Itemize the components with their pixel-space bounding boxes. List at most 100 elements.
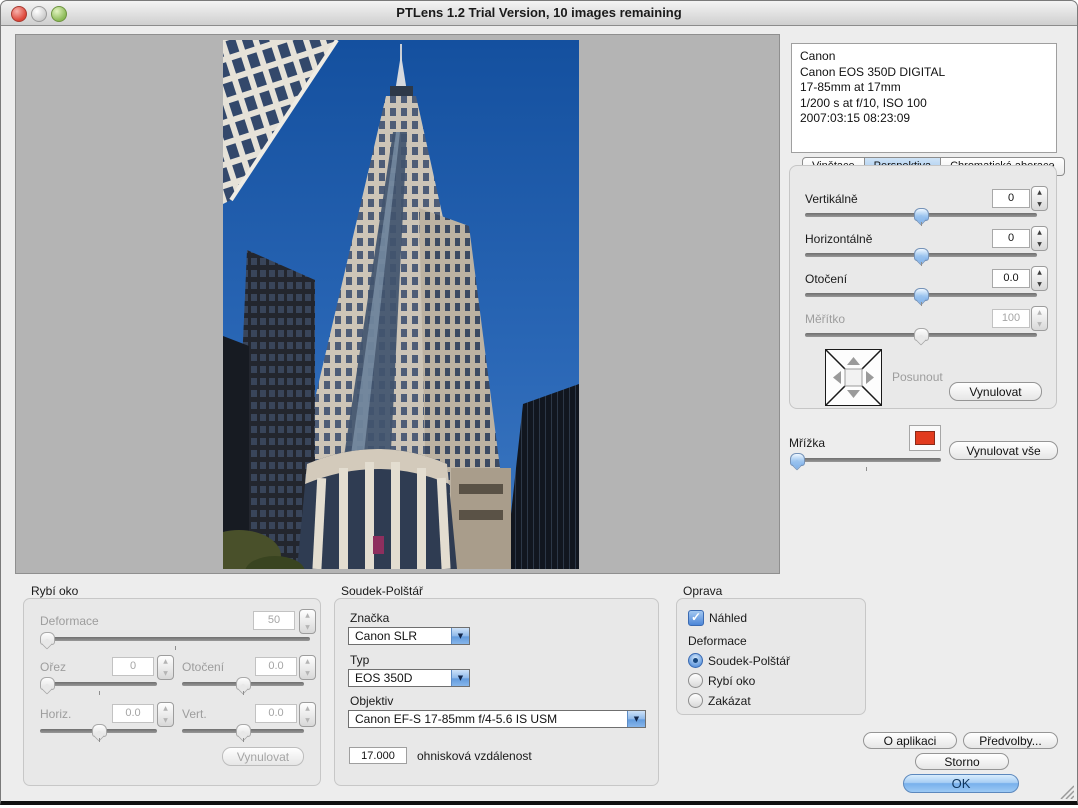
- horizontal-label: Horizontálně: [805, 232, 872, 246]
- horizontal-value-field[interactable]: 0: [992, 229, 1030, 248]
- slider-track: [790, 458, 941, 462]
- radio-disable[interactable]: [688, 693, 703, 708]
- slider-thumb[interactable]: [790, 453, 805, 466]
- radio-barrel[interactable]: [688, 653, 703, 668]
- fisheye-rotation-value-field: 0.0: [255, 657, 297, 676]
- horiz-value-field: 0.0: [112, 704, 154, 723]
- slider-center-tick: [243, 691, 244, 695]
- lens-label: Objektiv: [350, 694, 393, 708]
- preview-checkbox-label: Náhled: [709, 611, 747, 625]
- resize-grip-icon[interactable]: [1057, 782, 1074, 799]
- rotation-slider[interactable]: [805, 288, 1037, 306]
- slider-center-tick: [243, 738, 244, 742]
- brand-dropdown[interactable]: Canon SLR ▼: [348, 627, 470, 645]
- stepper-up-icon[interactable]: ▲: [1032, 187, 1047, 199]
- stepper-up-icon: ▲: [300, 610, 315, 622]
- grid-color-swatch: [915, 431, 935, 445]
- stepper-up-icon[interactable]: ▲: [1032, 267, 1047, 279]
- vert-value-field: 0.0: [255, 704, 297, 723]
- slider-center-tick: [921, 262, 922, 266]
- vertical-slider[interactable]: [805, 208, 1037, 226]
- perspective-panel: Vertikálně 0 ▲▼ Horizontálně 0 ▲▼ Otočen…: [789, 165, 1057, 409]
- horiz-slider: [40, 724, 157, 742]
- lens-dropdown-value: Canon EF-S 17-85mm f/4-5.6 IS USM: [355, 711, 557, 727]
- fisheye-group: Deformace 50 ▲▼ Ořez 0 ▲▼ Otočení 0.0 ▲▼…: [23, 598, 321, 786]
- focal-length-field[interactable]: 17.000: [349, 747, 407, 764]
- horiz-stepper: ▲▼: [157, 702, 174, 727]
- type-dropdown[interactable]: EOS 350D ▼: [348, 669, 470, 687]
- shift-pad: [825, 349, 882, 406]
- slider-thumb: [92, 724, 107, 737]
- vertical-value-field[interactable]: 0: [992, 189, 1030, 208]
- lens-dropdown[interactable]: Canon EF-S 17-85mm f/4-5.6 IS USM ▼: [348, 710, 646, 728]
- dropdown-arrow-icon[interactable]: ▼: [451, 670, 469, 686]
- slider-thumb[interactable]: [914, 208, 929, 221]
- crop-slider: [40, 677, 157, 695]
- stepper-down-icon: ▼: [158, 715, 173, 727]
- slider-thumb: [236, 677, 251, 690]
- deformation-stepper: ▲▼: [299, 609, 316, 634]
- deformation-section-label: Deformace: [688, 634, 747, 648]
- scale-label: Měřítko: [805, 312, 845, 326]
- slider-center-tick: [921, 222, 922, 226]
- preview-checkbox[interactable]: [688, 610, 704, 626]
- rotation-label: Otočení: [805, 272, 847, 286]
- radio-fisheye[interactable]: [688, 673, 703, 688]
- dropdown-arrow-icon[interactable]: ▼: [627, 711, 645, 727]
- grid-slider[interactable]: [790, 453, 941, 471]
- grid-color-button[interactable]: [909, 425, 941, 451]
- crop-stepper: ▲▼: [157, 655, 174, 680]
- preferences-button[interactable]: Předvolby...: [963, 732, 1058, 749]
- deformation-slider: [40, 632, 310, 650]
- exif-line: Canon: [800, 49, 1048, 65]
- vert-slider: [182, 724, 304, 742]
- crop-label: Ořez: [40, 660, 66, 674]
- stepper-up-icon: ▲: [300, 703, 315, 715]
- scale-value-field: 100: [992, 309, 1030, 328]
- window-title: PTLens 1.2 Trial Version, 10 images rema…: [1, 1, 1077, 25]
- stepper-down-icon: ▼: [158, 668, 173, 680]
- cancel-button[interactable]: Storno: [915, 753, 1009, 770]
- type-dropdown-value: EOS 350D: [355, 670, 412, 686]
- slider-thumb: [236, 724, 251, 737]
- ptlens-window: PTLens 1.2 Trial Version, 10 images rema…: [0, 0, 1078, 805]
- slider-center-tick: [175, 646, 176, 650]
- title-bar[interactable]: PTLens 1.2 Trial Version, 10 images rema…: [1, 1, 1077, 26]
- slider-center-tick: [99, 738, 100, 742]
- reset-perspective-button[interactable]: Vynulovat: [949, 382, 1042, 401]
- reset-fisheye-button: Vynulovat: [222, 747, 304, 766]
- horiz-label: Horiz.: [40, 707, 71, 721]
- crop-value-field: 0: [112, 657, 154, 676]
- slider-center-tick: [921, 302, 922, 306]
- rotation-value-field[interactable]: 0.0: [992, 269, 1030, 288]
- stepper-up-icon[interactable]: ▲: [1032, 227, 1047, 239]
- stepper-up-icon: ▲: [300, 656, 315, 668]
- focal-length-label: ohnisková vzdálenost: [417, 749, 532, 763]
- barrel-group-title: Soudek-Polštář: [341, 584, 423, 598]
- horizontal-slider[interactable]: [805, 248, 1037, 266]
- radio-fisheye-label: Rybí oko: [708, 674, 755, 688]
- type-label: Typ: [350, 653, 369, 667]
- exif-line: 2007:03:15 08:23:09: [800, 111, 1048, 127]
- slider-thumb[interactable]: [914, 248, 929, 261]
- exif-line: 1/200 s at f/10, ISO 100: [800, 96, 1048, 112]
- vert-label: Vert.: [182, 707, 207, 721]
- slider-thumb: [914, 328, 929, 341]
- about-button[interactable]: O aplikaci: [863, 732, 957, 749]
- stepper-up-icon: ▲: [158, 703, 173, 715]
- slider-thumb: [40, 632, 55, 645]
- slider-thumb[interactable]: [914, 288, 929, 301]
- exif-info-box: Canon Canon EOS 350D DIGITAL 17-85mm at …: [791, 43, 1057, 153]
- fisheye-group-title: Rybí oko: [31, 584, 78, 598]
- preview-canvas[interactable]: [15, 34, 780, 574]
- shift-label: Posunout: [892, 370, 943, 384]
- fisheye-rotation-slider: [182, 677, 304, 695]
- reset-all-button[interactable]: Vynulovat vše: [949, 441, 1058, 460]
- ok-button[interactable]: OK: [903, 774, 1019, 793]
- dropdown-arrow-icon[interactable]: ▼: [451, 628, 469, 644]
- preview-photo[interactable]: [223, 40, 579, 569]
- slider-thumb: [40, 677, 55, 690]
- correction-group: Náhled Deformace Soudek-Polštář Rybí oko…: [676, 598, 866, 715]
- grid-label: Mřížka: [789, 436, 825, 450]
- barrel-group: Značka Canon SLR ▼ Typ EOS 350D ▼ Objekt…: [334, 598, 659, 786]
